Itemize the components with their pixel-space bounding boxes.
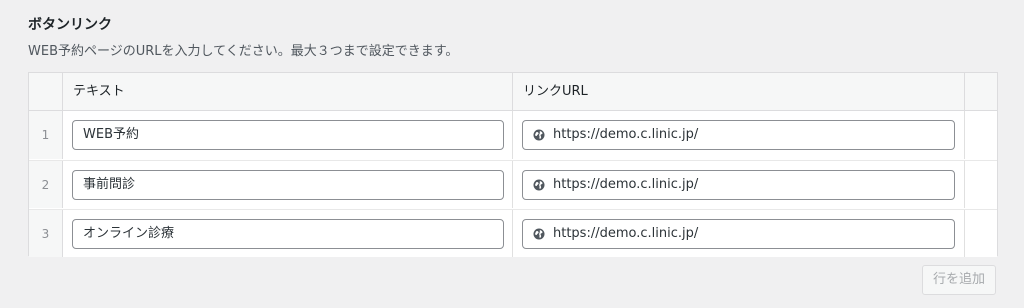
link-url-value: https://demo.c.linic.jp/ — [553, 177, 699, 192]
index-column-header — [29, 73, 63, 110]
section-description: WEB予約ページのURLを入力してください。最大３つまで設定できます。 — [28, 44, 459, 59]
text-column-header: テキスト — [63, 73, 513, 110]
url-cell: https://demo.c.linic.jp/ — [513, 161, 965, 208]
table-row: 3 オンライン診療 https://demo.c.linic.jp/ — [29, 209, 997, 257]
link-url-input[interactable]: https://demo.c.linic.jp/ — [522, 120, 955, 150]
add-row-button[interactable]: 行を追加 — [922, 265, 996, 295]
url-cell: https://demo.c.linic.jp/ — [513, 111, 965, 159]
row-index[interactable]: 1 — [29, 111, 63, 159]
actions-column-header — [965, 73, 997, 110]
link-url-value: https://demo.c.linic.jp/ — [553, 226, 699, 241]
link-url-input[interactable]: https://demo.c.linic.jp/ — [522, 170, 955, 200]
link-url-input[interactable]: https://demo.c.linic.jp/ — [522, 219, 955, 249]
row-actions[interactable] — [965, 210, 997, 257]
text-cell: WEB予約 — [63, 111, 513, 159]
row-index[interactable]: 3 — [29, 210, 63, 257]
table-row: 2 事前問診 https://demo.c.linic.jp/ — [29, 160, 997, 208]
table-header: テキスト リンクURL — [29, 73, 997, 111]
globe-icon — [533, 228, 545, 240]
row-index[interactable]: 2 — [29, 161, 63, 208]
link-url-value: https://demo.c.linic.jp/ — [553, 127, 699, 142]
link-text-input[interactable]: オンライン診療 — [72, 219, 504, 249]
row-actions[interactable] — [965, 161, 997, 208]
button-link-settings: ボタンリンク WEB予約ページのURLを入力してください。最大３つまで設定できま… — [0, 0, 1024, 308]
url-column-header: リンクURL — [513, 73, 965, 110]
links-table: テキスト リンクURL 1 WEB予約 https://demo.c.linic… — [28, 72, 998, 257]
link-text-input[interactable]: WEB予約 — [72, 120, 504, 150]
url-cell: https://demo.c.linic.jp/ — [513, 210, 965, 257]
section-title: ボタンリンク — [28, 17, 112, 33]
table-row: 1 WEB予約 https://demo.c.linic.jp/ — [29, 111, 997, 159]
globe-icon — [533, 129, 545, 141]
globe-icon — [533, 179, 545, 191]
link-text-input[interactable]: 事前問診 — [72, 170, 504, 200]
text-cell: オンライン診療 — [63, 210, 513, 257]
row-actions[interactable] — [965, 111, 997, 159]
text-cell: 事前問診 — [63, 161, 513, 208]
